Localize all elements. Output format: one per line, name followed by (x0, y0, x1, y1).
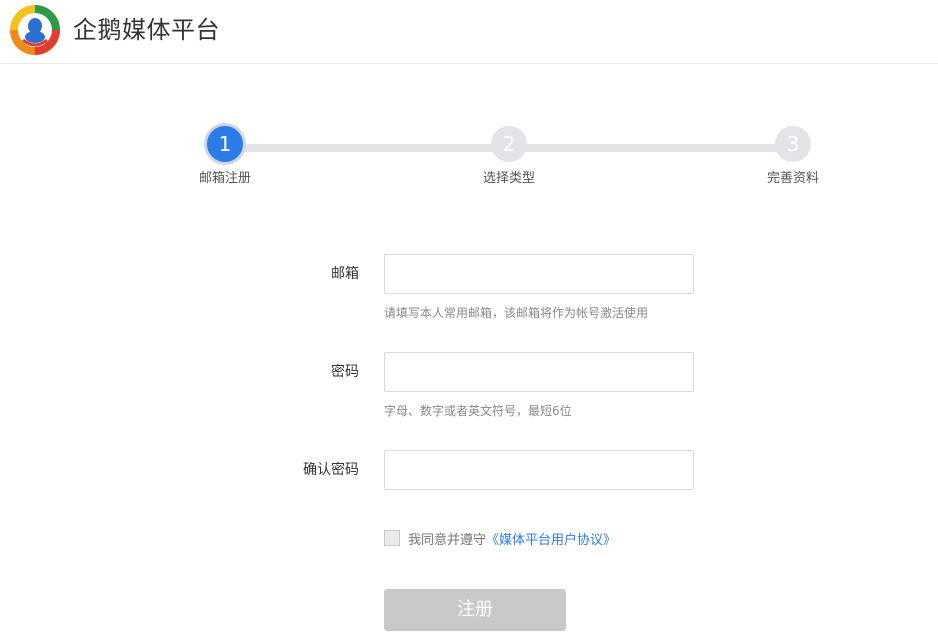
agreement-row: 我同意并遵守 《媒体平台用户协议》 (384, 528, 616, 548)
confirm-password-input[interactable] (384, 450, 694, 490)
confirm-password-label: 确认密码 (303, 462, 359, 478)
step-number: 3 (775, 126, 811, 162)
step-complete-profile: 3 完善资料 (733, 126, 853, 188)
email-input[interactable] (384, 254, 694, 294)
email-hint: 请填写本人常用邮箱，该邮箱将作为帐号激活使用 (384, 306, 649, 320)
email-label: 邮箱 (331, 266, 359, 282)
password-input[interactable] (384, 352, 694, 392)
step-label: 选择类型 (482, 171, 535, 186)
register-button[interactable]: 注册 (384, 589, 566, 631)
agreement-text: 我同意并遵守 (408, 532, 487, 548)
step-select-type: 2 选择类型 (449, 126, 569, 188)
agreement-checkbox[interactable] (384, 530, 400, 546)
password-hint: 字母、数字或者英文符号，最短6位 (384, 404, 572, 418)
step-number: 2 (491, 126, 527, 162)
step-label: 完善资料 (766, 171, 819, 186)
registration-steps: 1 邮箱注册 2 选择类型 3 完善资料 (0, 0, 938, 200)
password-label: 密码 (331, 364, 359, 380)
step-number: 1 (204, 123, 246, 165)
step-email-register: 1 邮箱注册 (165, 123, 285, 188)
step-label: 邮箱注册 (198, 171, 251, 186)
user-agreement-link[interactable]: 《媒体平台用户协议》 (486, 529, 616, 548)
